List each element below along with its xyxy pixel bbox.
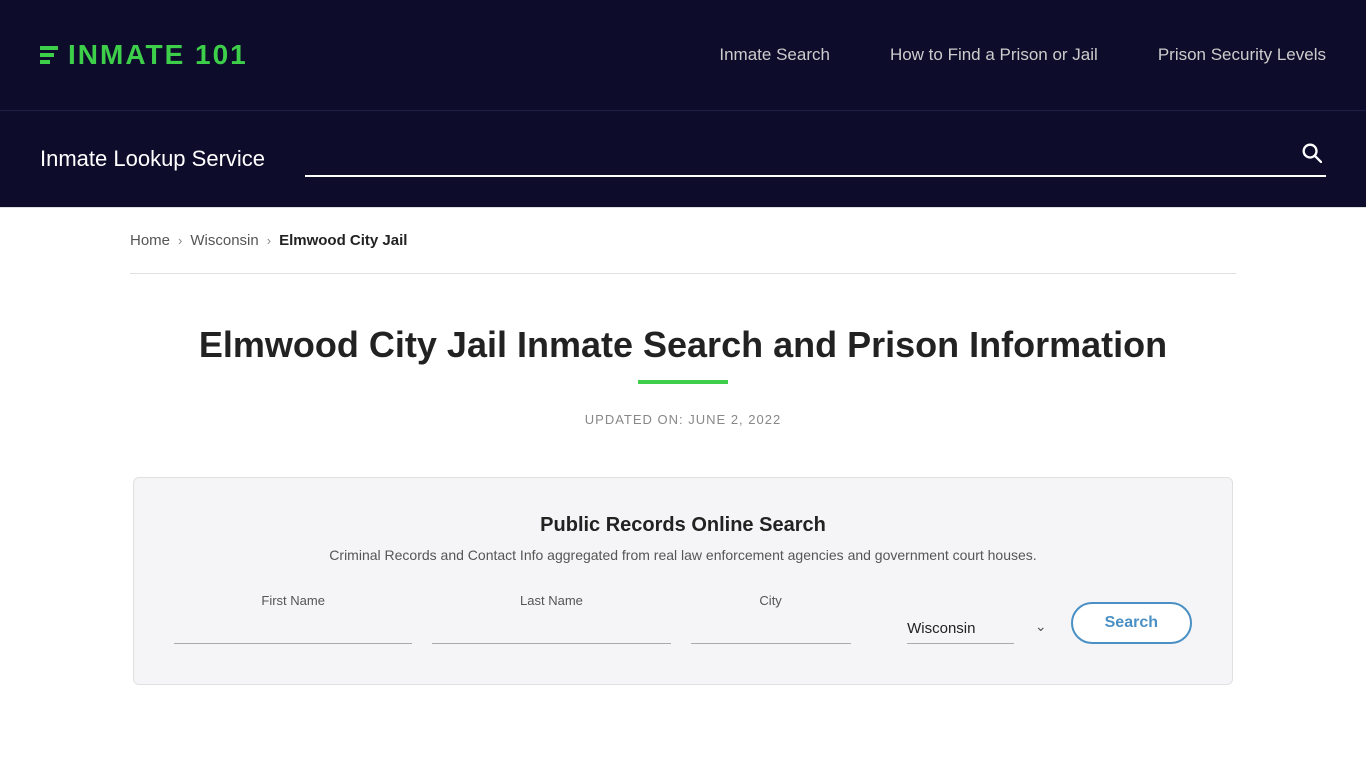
search-input[interactable] (305, 146, 1296, 164)
top-navigation: INMATE 101 Inmate Search How to Find a P… (0, 0, 1366, 110)
search-form: First Name Last Name City AlabamaAlaskaA… (174, 593, 1192, 644)
search-icon (1300, 141, 1322, 163)
search-section: Inmate Lookup Service (0, 110, 1366, 207)
breadcrumb-state[interactable]: Wisconsin (190, 232, 258, 249)
nav-item-how-to-find[interactable]: How to Find a Prison or Jail (890, 45, 1098, 65)
city-label: City (691, 593, 851, 608)
last-name-label: Last Name (432, 593, 670, 608)
first-name-input[interactable] (174, 614, 412, 644)
breadcrumb-home[interactable]: Home (130, 232, 170, 249)
updated-text: UPDATED ON: JUNE 2, 2022 (130, 412, 1236, 427)
search-records-button[interactable]: Search (1071, 602, 1192, 644)
nav-item-security-levels[interactable]: Prison Security Levels (1158, 45, 1326, 65)
first-name-label: First Name (174, 593, 412, 608)
search-section-label: Inmate Lookup Service (40, 146, 265, 172)
card-title: Public Records Online Search (174, 514, 1192, 537)
state-field: AlabamaAlaskaArizonaArkansasCaliforniaCo… (871, 608, 1051, 644)
logo-number: 101 (195, 39, 248, 70)
breadcrumb-chevron-1: › (178, 233, 182, 248)
card-subtitle: Criminal Records and Contact Info aggreg… (174, 547, 1192, 563)
search-input-wrap (305, 141, 1326, 177)
nav-link-how-to-find[interactable]: How to Find a Prison or Jail (890, 45, 1098, 64)
state-select-wrap: AlabamaAlaskaArizonaArkansasCaliforniaCo… (871, 614, 1051, 644)
logo-text: INMATE 101 (68, 39, 248, 71)
public-records-card: Public Records Online Search Criminal Re… (133, 477, 1233, 685)
nav-links: Inmate Search How to Find a Prison or Ja… (719, 45, 1326, 65)
last-name-input[interactable] (432, 614, 670, 644)
nav-link-security-levels[interactable]: Prison Security Levels (1158, 45, 1326, 64)
state-select[interactable]: AlabamaAlaskaArizonaArkansasCaliforniaCo… (907, 614, 1014, 644)
last-name-field: Last Name (432, 593, 670, 644)
breadcrumb-chevron-2: › (267, 233, 271, 248)
city-field: City (691, 593, 851, 644)
main-content: Elmwood City Jail Inmate Search and Pris… (0, 274, 1366, 725)
city-input[interactable] (691, 614, 851, 644)
first-name-field: First Name (174, 593, 412, 644)
breadcrumb-current: Elmwood City Jail (279, 232, 407, 249)
nav-item-inmate-search[interactable]: Inmate Search (719, 45, 830, 65)
title-underline (638, 380, 728, 384)
breadcrumb: Home › Wisconsin › Elmwood City Jail (0, 208, 1366, 273)
nav-link-inmate-search[interactable]: Inmate Search (719, 45, 830, 64)
site-logo[interactable]: INMATE 101 (40, 39, 248, 71)
logo-bars-icon (40, 46, 58, 64)
page-title: Elmwood City Jail Inmate Search and Pris… (130, 324, 1236, 366)
search-button-icon[interactable] (1296, 141, 1326, 169)
